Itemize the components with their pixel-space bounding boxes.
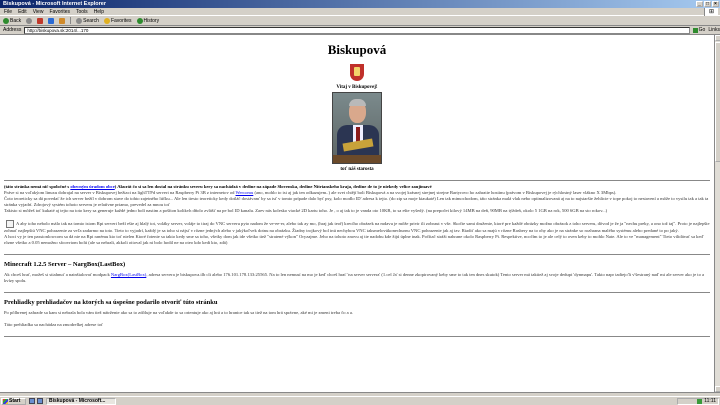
menu-file[interactable]: File	[4, 9, 12, 15]
back-arrow-icon	[3, 17, 9, 24]
back-label: Back	[10, 17, 22, 24]
menu-help[interactable]: Help	[94, 9, 104, 15]
menu-tools[interactable]: Tools	[76, 9, 88, 15]
divider	[4, 180, 710, 181]
divider	[4, 336, 710, 337]
close-button[interactable]: ×	[712, 1, 719, 7]
windows-logo-icon: ⊞	[704, 8, 718, 16]
mayor-photo	[332, 92, 382, 164]
taskbar: Start Biskupová - Microsoft... 11:11	[0, 396, 720, 405]
desktop-quicklaunch-icon[interactable]	[37, 398, 43, 404]
minimize-button[interactable]: _	[696, 1, 703, 7]
menu-bar: File Edit View Favorites Tools Help ⊞	[0, 8, 720, 16]
greeting-text: Vitaj v Biskupovej!	[336, 85, 378, 90]
scroll-up-button[interactable]	[715, 35, 720, 41]
address-label: Address	[3, 27, 22, 33]
vertical-scrollbar[interactable]	[714, 35, 720, 392]
stop-icon	[37, 17, 44, 24]
search-icon	[76, 17, 83, 24]
history-label: History	[143, 17, 160, 24]
minecraft-heading: Minecraft 1.2.5 Server – NargBox(LastBox…	[4, 261, 126, 268]
windows-flag-icon	[3, 398, 8, 404]
window-title: Biskupová - Microsoft Internet Explorer	[3, 1, 106, 7]
address-input[interactable]: http://biskupova.sk:2014/...170	[24, 26, 690, 34]
forward-arrow-icon	[26, 17, 33, 24]
star-icon	[103, 17, 110, 24]
home-icon	[59, 17, 66, 24]
stop-button[interactable]	[37, 17, 44, 24]
go-button[interactable]: Go	[692, 27, 706, 33]
menu-edit[interactable]: Edit	[18, 9, 27, 15]
search-button[interactable]: Search	[76, 17, 99, 24]
inline-link[interactable]: obecným úradom obce	[70, 184, 114, 189]
clock: 11:11	[704, 398, 716, 404]
browser-toolbar: Back Search Favorites History	[0, 16, 720, 26]
home-button[interactable]	[59, 17, 66, 24]
window-titlebar: Biskupová - Microsoft Internet Explorer …	[0, 0, 720, 8]
maximize-button[interactable]: □	[704, 1, 711, 7]
page-title: Biskupová	[327, 42, 387, 57]
browsers-heading: Prehliadky prehliadačov na ktorých sa ús…	[4, 299, 218, 306]
intro-heading: (táto stránka nemá nič spoločné s obecný…	[4, 184, 432, 189]
back-button[interactable]: Back	[3, 17, 22, 24]
history-icon	[136, 17, 143, 24]
go-label: Go	[698, 27, 706, 33]
scroll-thumb[interactable]	[715, 42, 720, 162]
ie-quicklaunch-icon[interactable]	[29, 398, 35, 404]
photo-caption: toť náš starosta	[340, 167, 374, 172]
start-label: Start	[9, 397, 21, 404]
menu-view[interactable]: View	[33, 9, 44, 15]
favorites-button[interactable]: Favorites	[103, 17, 132, 24]
paragraph-management: A hoci vy je ten passionlowcom sa dá nie…	[4, 234, 704, 245]
menu-favorites[interactable]: Favorites	[49, 9, 70, 15]
page-content: Biskupová Vitaj v Biskupovej! toť náš st…	[0, 35, 714, 392]
taskbar-ie-window[interactable]: Biskupová - Microsoft...	[46, 397, 116, 405]
paragraph-vnc: A aby toho nebolo málo tak na tomto isto…	[4, 220, 710, 234]
quick-launch	[29, 398, 43, 404]
paragraph-traffic: Takisto si môžeš toť kukaté aj tejto na …	[4, 208, 608, 213]
divider	[4, 292, 710, 293]
paragraph-theory: Čoto teoreticky sa dá povedať že ich ser…	[4, 196, 709, 207]
toolbar-separator	[70, 17, 72, 24]
coat-of-arms-icon	[350, 64, 364, 81]
minecraft-paragraph: Ak chceš hrať, možeš si stiahnuť a nainš…	[4, 272, 705, 283]
go-arrow-icon	[692, 27, 698, 33]
broken-image-icon	[6, 220, 14, 228]
browsers-paragraph-2: Táto prehliadka sa nachádza na zmodrelke…	[4, 322, 104, 327]
inline-link[interactable]: Wercomu	[236, 190, 254, 195]
system-tray: 11:11	[677, 398, 719, 405]
refresh-button[interactable]	[48, 17, 55, 24]
links-button[interactable]: Links	[708, 27, 720, 33]
address-bar: Address http://biskupova.sk:2014/...170 …	[0, 26, 720, 35]
favorites-label: Favorites	[110, 17, 132, 24]
refresh-icon	[48, 17, 55, 24]
search-label: Search	[83, 17, 99, 24]
inline-link[interactable]: NargBox(LastBox)	[111, 272, 146, 277]
history-button[interactable]: History	[136, 17, 160, 24]
tray-network-icon	[697, 399, 703, 404]
paragraph-vnc-text: A aby toho nebolo málo tak na tomto isto…	[4, 221, 710, 233]
window-controls: _ □ ×	[696, 1, 719, 7]
divider	[4, 254, 710, 255]
start-button[interactable]: Start	[1, 397, 26, 405]
forward-button[interactable]	[26, 17, 33, 24]
